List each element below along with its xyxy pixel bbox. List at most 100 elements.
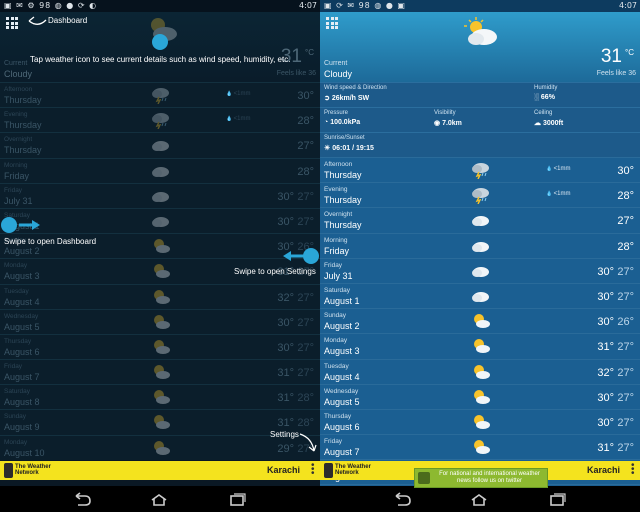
back-icon[interactable] [70,492,92,508]
forecast-row[interactable]: Friday July 31 30° 27° [320,257,640,283]
partly-sunny-icon[interactable] [470,363,490,381]
back-icon[interactable] [390,492,412,508]
city-name[interactable]: Karachi [587,465,620,475]
forecast-row[interactable]: Friday August 7 31° 27° [320,434,640,460]
twitter-banner[interactable]: For national and international weather ne… [414,468,548,488]
forecast-high-temp: 30° [597,416,614,429]
cloudy-icon[interactable] [462,16,500,48]
status-bar-left: ▣ ✉ ⚙ 98 ◍ ● ⟳ ◐ 4:07 [0,0,320,12]
swipe-settings-hint: Swipe to open Settings [234,267,316,276]
forecast-date-label: August 7 [324,447,360,458]
forecast-row[interactable]: Overnight Thursday 27° [320,207,640,233]
forecast-low-temp: 27° [617,265,634,278]
humidity-icon: ░ [534,94,541,101]
forecast-day-label: Monday [324,337,348,345]
brand-text: The Weather Network [15,464,51,476]
weather-screen: Current Cloudy 31 °C Feels like 36 Wind … [320,12,640,486]
swipe-dashboard-hint: Swipe to open Dashboard [4,237,97,246]
banner-text: For national and international weather ne… [439,471,540,484]
forecast-list: Afternoon Thursday 💧 <1mm 30° Evening Thursda… [320,157,640,486]
cloud-icon[interactable] [470,262,490,280]
partly-sunny-icon[interactable] [470,312,490,330]
notification-icons: ▣ ⟳ ✉ 98 ◍ ● ▣ [324,1,406,10]
recent-apps-icon[interactable] [226,492,248,508]
arrow-icon [28,16,47,25]
arrow-right-icon [19,220,40,230]
tap-hint: Tap weather icon to see current details … [30,55,291,64]
forecast-low-temp: 26° [617,316,634,329]
forecast-row[interactable]: Afternoon Thursday 💧 <1mm 30° [320,157,640,183]
cloud-icon[interactable] [470,211,490,229]
settings-menu-icon[interactable]: • • • [631,461,635,479]
swipe-right-dot [303,248,319,264]
forecast-date-label: Thursday [324,220,362,231]
forecast-day-label: Afternoon [324,161,353,168]
city-name[interactable]: Karachi [267,465,300,475]
navigation-bar [0,488,640,512]
forecast-high-temp: 30° [597,391,614,404]
storm-icon[interactable] [470,161,490,180]
home-icon[interactable] [148,492,170,508]
pressure-cell: Pressure ◔ 100.0kPa [320,107,430,132]
forecast-row[interactable]: Evening Thursday 💧 <1mm 28° [320,182,640,208]
forecast-low-temp: 27° [617,366,634,379]
cloud-icon[interactable] [470,287,490,305]
recent-apps-icon[interactable] [546,492,568,508]
current-temp: 31 [600,46,622,67]
current-details: Wind speed & Direction ➲ 26km/h SW Humid… [320,82,640,157]
partly-sunny-icon[interactable] [470,413,490,431]
forecast-high-temp: 28° [617,240,634,253]
forecast-row[interactable]: Morning Friday 28° [320,232,640,258]
forecast-day-label: Evening [324,186,348,194]
forecast-high-temp: 27° [617,215,634,228]
visibility-cell: Visibility ◉ 7.0km [430,107,530,132]
sun-cell: Sunrise/Sunset ☀ 06:01 / 19:15 [320,132,640,157]
tutorial-overlay: Dashboard Tap weather icon to see curren… [0,12,320,486]
status-time: 4:07 [299,1,317,10]
raindrop-icon: 💧 [546,191,554,198]
cloud-icon[interactable] [470,237,490,255]
precipitation-label: 💧 <1mm [546,191,570,197]
forecast-row[interactable]: Thursday August 6 30° 27° [320,408,640,435]
forecast-date-label: August 4 [324,371,360,382]
forecast-low-temp: 27° [617,341,634,354]
storm-icon[interactable] [470,186,490,205]
temp-unit: °C [625,48,634,57]
forecast-high-temp: 31° [597,442,614,455]
forecast-date-label: August 1 [324,295,360,306]
current-label: Current [324,60,348,67]
forecast-high-temp: 32° [597,366,614,379]
forecast-day-label: Morning [324,236,348,244]
partly-sunny-icon[interactable] [470,337,490,355]
forecast-day-label: Wednesday [324,387,359,395]
forecast-high-temp: 30° [597,290,614,303]
forecast-day-label: Friday [324,261,343,269]
forecast-low-temp: 27° [617,290,634,303]
cloud-ceiling-icon: ☁ [534,120,543,127]
forecast-row[interactable]: SaturdayAugust 1 30°27° [320,282,640,309]
precipitation-value: <1mm [553,166,571,172]
partly-sunny-icon[interactable] [470,388,490,406]
feels-like: Feels like 36 [596,70,636,77]
forecast-day-label: Sunday [324,312,347,320]
weather-network-logo [4,463,13,478]
forecast-day-label: Saturday [324,286,351,294]
dashboard-menu-icon[interactable] [326,17,338,29]
forecast-row[interactable]: Sunday August 2 30° 26° [320,308,640,334]
forecast-high-temp: 30° [597,265,614,278]
forecast-row[interactable]: Monday August 3 31° 27° [320,333,640,359]
partly-sunny-icon[interactable] [470,438,490,456]
forecast-day-label: Friday [324,438,343,446]
home-icon[interactable] [468,492,490,508]
forecast-row[interactable]: Tuesday August 4 32° 27° [320,358,640,384]
forecast-date-label: August 5 [324,396,360,407]
sun-icon: ☀ [324,145,333,152]
forecast-row[interactable]: Wednesday August 5 30° 27° [320,383,640,409]
forecast-day-label: Thursday [324,412,352,420]
weather-network-logo [324,463,333,478]
brand-text: The Weather Network [335,464,371,476]
settings-menu-icon[interactable]: • • • [311,461,315,479]
notification-icons: ▣ ✉ ⚙ 98 ◍ ● ⟳ ◐ [4,1,98,10]
tap-target-dot [152,34,168,50]
footer-bar: The Weather Network Karachi • • • [0,461,320,480]
